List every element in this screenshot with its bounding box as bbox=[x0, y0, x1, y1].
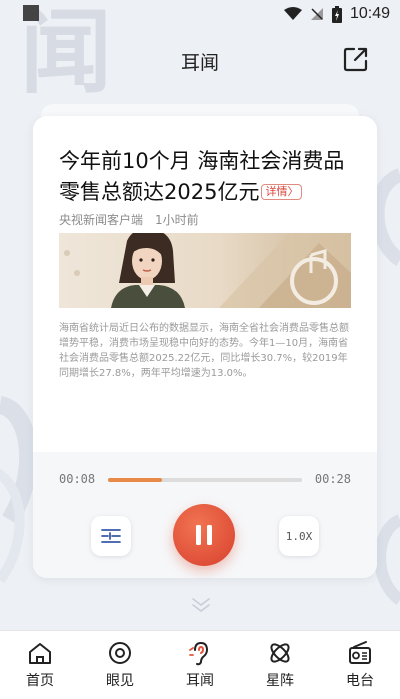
tab-eye[interactable]: 眼见 bbox=[80, 631, 160, 699]
list-icon bbox=[101, 529, 121, 543]
article-source: 央视新闻客户端 bbox=[59, 213, 144, 227]
status-bar: 10:49 bbox=[0, 0, 400, 28]
total-time: 00:28 bbox=[314, 472, 351, 486]
audio-player: 00:08 00:28 1.0X bbox=[33, 452, 377, 578]
tab-home[interactable]: 首页 bbox=[0, 631, 80, 699]
article-meta: 央视新闻客户端 1小时前 bbox=[59, 211, 199, 228]
header: 耳闻 bbox=[0, 28, 400, 92]
tab-home-label: 首页 bbox=[26, 673, 54, 689]
news-anchor-banner bbox=[59, 233, 351, 308]
wifi-icon bbox=[283, 7, 302, 20]
share-button[interactable] bbox=[342, 45, 370, 73]
chevron-right-icon: 〉 bbox=[287, 185, 299, 198]
article-time: 1小时前 bbox=[155, 213, 199, 227]
star-formation-icon bbox=[270, 643, 290, 663]
current-time: 00:08 bbox=[59, 472, 96, 486]
page-title: 耳闻 bbox=[180, 52, 219, 74]
anchor-illustration bbox=[59, 233, 351, 308]
status-time: 10:49 bbox=[349, 5, 390, 22]
tab-star-formation[interactable]: 星阵 bbox=[240, 631, 320, 699]
tab-ear[interactable]: 耳闻 bbox=[160, 631, 240, 699]
news-card[interactable]: 今年前10个月 海南社会消费品零售总额达2025亿元 详情〉 央视新闻客户端 1小时… bbox=[33, 116, 377, 578]
radio-icon bbox=[349, 641, 371, 664]
tab-radio-label: 电台 bbox=[346, 673, 374, 689]
battery-icon bbox=[331, 5, 342, 23]
speed-button[interactable]: 1.0X bbox=[279, 516, 319, 556]
pause-icon bbox=[196, 525, 212, 545]
tab-eye-label: 眼见 bbox=[106, 673, 134, 689]
progress-fill bbox=[108, 478, 163, 482]
detail-tag[interactable]: 详情〉 bbox=[261, 184, 303, 200]
notification-icon bbox=[23, 5, 39, 21]
eye-icon bbox=[109, 642, 131, 664]
share-icon bbox=[343, 47, 368, 72]
signal-icon bbox=[310, 8, 323, 20]
article-title[interactable]: 今年前10个月 海南社会消费品零售总额达2025亿元 详情〉 bbox=[59, 146, 359, 208]
progress-bar[interactable] bbox=[108, 478, 302, 482]
pause-button[interactable] bbox=[173, 504, 235, 566]
home-icon bbox=[29, 643, 51, 664]
status-icons: 10:49 bbox=[283, 3, 390, 25]
tab-radio[interactable]: 电台 bbox=[320, 631, 400, 699]
article-body: 海南省统计局近日公布的数据显示，海南全省社会消费品零售总额增势平稳，消费市场呈现… bbox=[59, 323, 349, 379]
detail-tag-label: 详情 bbox=[265, 185, 288, 198]
tab-star-formation-label: 星阵 bbox=[266, 673, 294, 689]
bottom-tab-bar: 首页 眼见 耳闻 星阵 电台 bbox=[0, 630, 400, 699]
chevron-down-icon[interactable] bbox=[190, 596, 212, 614]
ear-icon bbox=[189, 641, 209, 666]
playlist-button[interactable] bbox=[91, 516, 131, 556]
tab-ear-label: 耳闻 bbox=[186, 673, 214, 689]
